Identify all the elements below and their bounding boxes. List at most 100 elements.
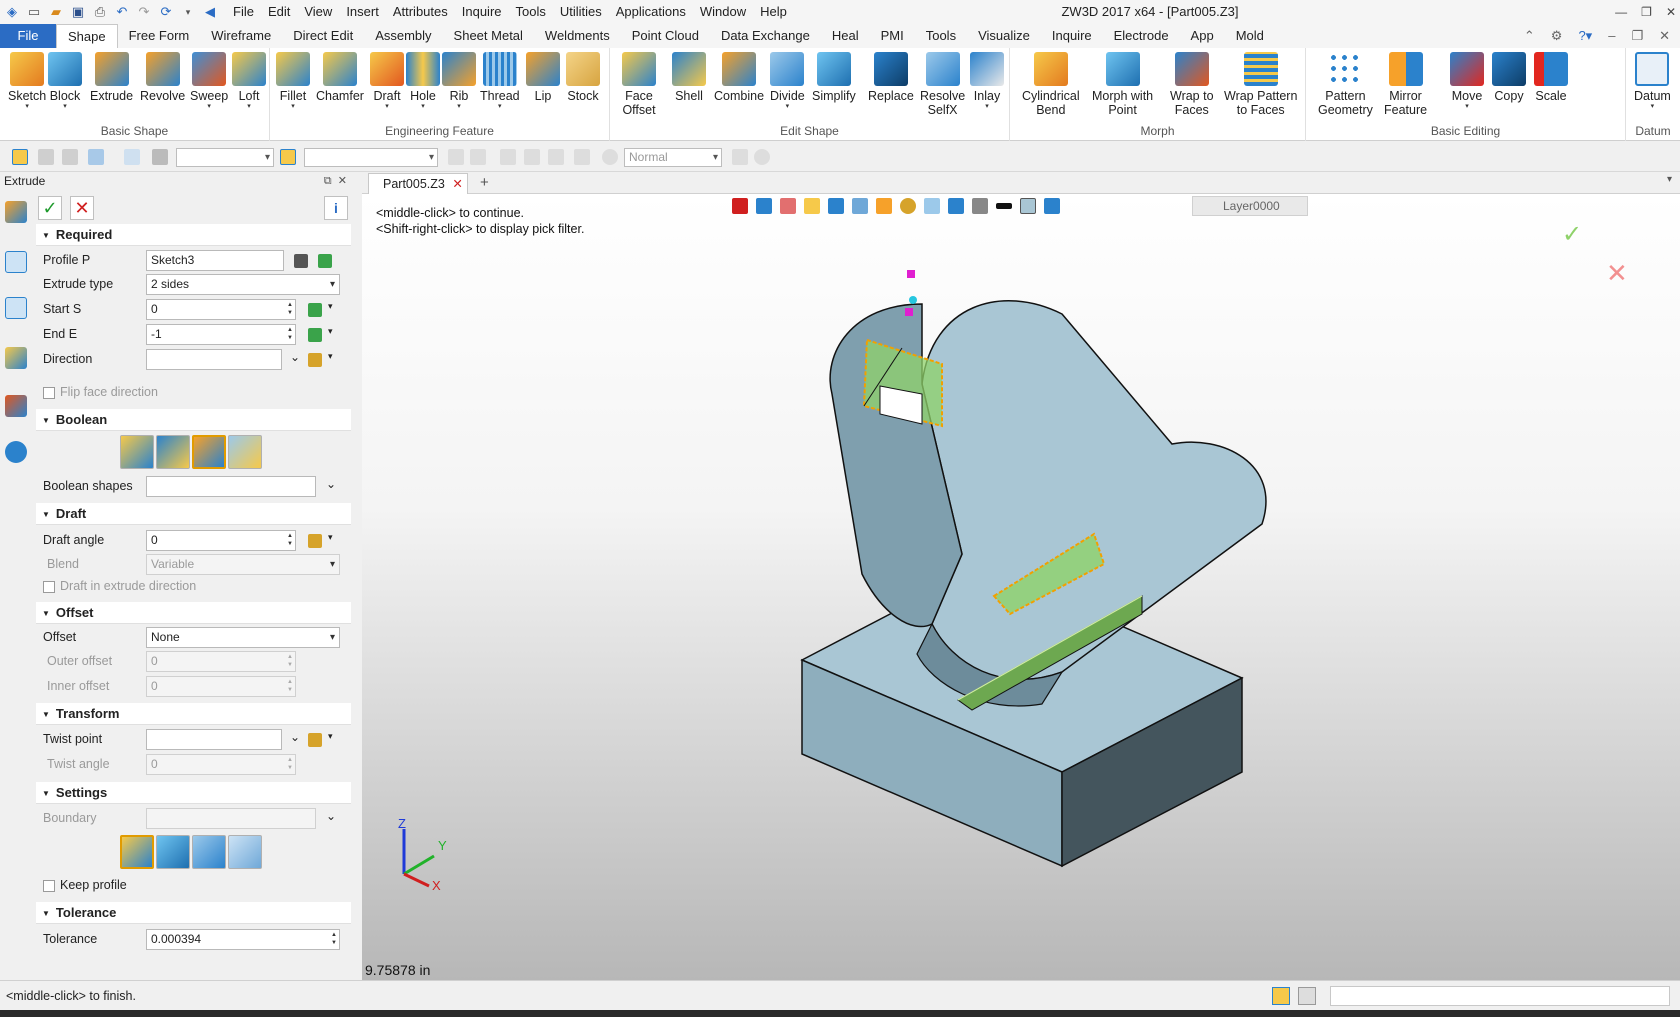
settings-surface-icon[interactable]	[156, 835, 190, 869]
twist-dropdown-icon[interactable]: ▾	[328, 731, 333, 742]
tool-h-icon[interactable]	[754, 149, 770, 165]
section-offset[interactable]: Offset	[36, 602, 351, 624]
document-tab[interactable]: Part005.Z3 ✕	[368, 173, 468, 194]
new-file-icon[interactable]: ▭	[26, 4, 42, 20]
tool-d-icon[interactable]	[524, 149, 540, 165]
app-logo-icon[interactable]: ◈	[4, 4, 20, 20]
shell-button[interactable]: Shell	[672, 52, 706, 103]
part-icon[interactable]	[5, 347, 27, 369]
doc-tab-close-icon[interactable]: ✕	[452, 177, 462, 191]
wrap-pattern-button[interactable]: Wrap Pattern to Faces	[1224, 52, 1297, 117]
draft-angle-spinner[interactable]: ▲ ▼	[287, 532, 293, 548]
settings-open-icon[interactable]	[192, 835, 226, 869]
status-list-icon[interactable]	[1298, 987, 1316, 1005]
menu-utilities[interactable]: Utilities	[553, 0, 609, 24]
inlay-button[interactable]: Inlay ▾	[970, 52, 1004, 111]
info-icon[interactable]: i	[324, 196, 348, 220]
visual-style-icon[interactable]	[5, 395, 27, 417]
tab-free-form[interactable]: Free Form	[118, 24, 201, 48]
tab-point-cloud[interactable]: Point Cloud	[621, 24, 710, 48]
cancel-x-icon[interactable]: ✕	[70, 196, 94, 220]
tab-direct-edit[interactable]: Direct Edit	[282, 24, 364, 48]
section-draft[interactable]: Draft	[36, 503, 351, 525]
boolean-shapes-field[interactable]	[146, 476, 316, 497]
divide-button[interactable]: Divide ▾	[770, 52, 805, 111]
revolve-button[interactable]: Revolve	[140, 52, 185, 103]
start-spinner[interactable]: ▲ ▼	[287, 301, 293, 317]
tool-a-icon[interactable]	[448, 149, 464, 165]
pick-down-icon[interactable]	[318, 254, 332, 268]
filter-icon[interactable]	[152, 149, 168, 165]
face-offset-button[interactable]: Face Offset	[622, 52, 656, 117]
draft-angle-field[interactable]: 0 ▲ ▼	[146, 530, 296, 551]
undo-icon[interactable]: ↶	[114, 4, 130, 20]
help-icon[interactable]: ?▾	[1578, 28, 1592, 44]
rib-button[interactable]: Rib ▾	[442, 52, 476, 111]
command-input[interactable]	[1330, 986, 1670, 1006]
section-boolean[interactable]: Boolean	[36, 409, 351, 431]
flip-face-checkbox[interactable]	[43, 387, 55, 399]
tab-inquire[interactable]: Inquire	[1041, 24, 1103, 48]
copy-button[interactable]: Copy	[1492, 52, 1526, 103]
tab-sheet-metal[interactable]: Sheet Metal	[443, 24, 534, 48]
menu-inquire[interactable]: Inquire	[455, 0, 509, 24]
tab-list-icon[interactable]: ▾	[1667, 174, 1672, 185]
tab-assembly[interactable]: Assembly	[364, 24, 442, 48]
menu-insert[interactable]: Insert	[339, 0, 386, 24]
extrude-type-select[interactable]: 2 sides	[146, 274, 340, 295]
snap-combo[interactable]	[304, 148, 438, 167]
menu-edit[interactable]: Edit	[261, 0, 297, 24]
snap-icon[interactable]	[280, 149, 296, 165]
tab-wireframe[interactable]: Wireframe	[200, 24, 282, 48]
menu-window[interactable]: Window	[693, 0, 753, 24]
tab-app[interactable]: App	[1180, 24, 1225, 48]
boolean-intersect-icon[interactable]	[228, 435, 262, 469]
fillet-button[interactable]: Fillet ▾	[276, 52, 310, 111]
pattern-geometry-button[interactable]: Pattern Geometry	[1318, 52, 1373, 117]
save-icon[interactable]: ▣	[70, 4, 86, 20]
tool-c-icon[interactable]	[500, 149, 516, 165]
section-required[interactable]: Required	[36, 224, 351, 246]
open-file-icon[interactable]: ▰	[48, 4, 64, 20]
status-view-icon[interactable]	[1272, 987, 1290, 1005]
tab-pmi[interactable]: PMI	[870, 24, 915, 48]
pick-point-icon[interactable]	[38, 149, 54, 165]
panel-close-icon[interactable]: ✕	[338, 175, 347, 187]
settings-solid-icon[interactable]	[120, 835, 154, 869]
draft-in-extrude-checkbox[interactable]	[43, 581, 55, 593]
collapse-ribbon-icon[interactable]: ⌃	[1524, 28, 1535, 44]
tab-weldments[interactable]: Weldments	[534, 24, 621, 48]
back-icon[interactable]: ◀	[202, 4, 218, 20]
section-settings[interactable]: Settings	[36, 782, 351, 804]
block-button[interactable]: Block ▾	[48, 52, 82, 111]
new-tab-icon[interactable]: +	[480, 174, 489, 191]
tab-heal[interactable]: Heal	[821, 24, 870, 48]
3d-viewport[interactable]: Layer0000 <middle-click> to continue. <S…	[362, 194, 1680, 980]
draft-pick-icon[interactable]	[308, 534, 322, 548]
close-icon[interactable]: ✕	[1666, 0, 1676, 24]
history-tree-icon[interactable]	[5, 251, 27, 273]
simplify-button[interactable]: Simplify	[812, 52, 856, 103]
direction-field[interactable]	[146, 349, 282, 370]
boolean-expand-icon[interactable]: ⌄	[326, 477, 336, 491]
tab-data-exchange[interactable]: Data Exchange	[710, 24, 821, 48]
mirror-feature-button[interactable]: Mirror Feature	[1384, 52, 1427, 117]
tolerance-field[interactable]: 0.000394 ▲ ▼	[146, 929, 340, 950]
boolean-base-icon[interactable]	[120, 435, 154, 469]
end-pick-icon[interactable]	[308, 328, 322, 342]
hole-button[interactable]: Hole ▾	[406, 52, 440, 111]
offset-select[interactable]: None	[146, 627, 340, 648]
doc-restore-icon[interactable]: ❐	[1631, 28, 1643, 44]
tab-shape[interactable]: Shape	[56, 24, 118, 48]
loft-button[interactable]: Loft ▾	[232, 52, 266, 111]
draft-dropdown-icon[interactable]: ▾	[328, 532, 333, 543]
resolve-selfx-button[interactable]: Resolve SelfX	[920, 52, 965, 117]
panel-pin-icon[interactable]: ⧉	[324, 175, 332, 187]
sweep-button[interactable]: Sweep ▾	[190, 52, 228, 111]
tool-f-icon[interactable]	[574, 149, 590, 165]
stock-button[interactable]: Stock	[566, 52, 600, 103]
doc-minimize-icon[interactable]: –	[1608, 28, 1615, 44]
wrap-to-faces-button[interactable]: Wrap to Faces	[1170, 52, 1214, 117]
extrude-button[interactable]: Extrude	[90, 52, 133, 103]
menu-tools[interactable]: Tools	[509, 0, 553, 24]
